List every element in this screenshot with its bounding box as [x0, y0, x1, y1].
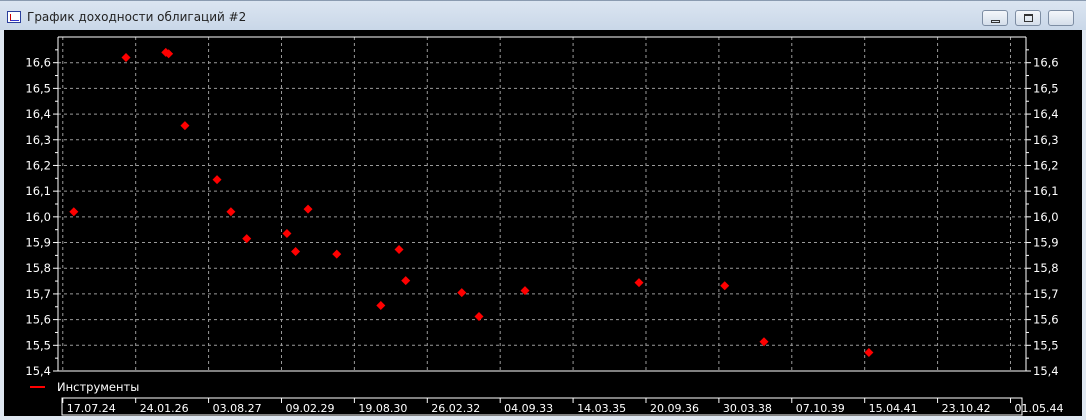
y-tick-label-right: 16,4 — [1033, 107, 1059, 121]
y-tick-label-right: 15,8 — [1033, 261, 1059, 275]
data-point — [291, 247, 301, 257]
y-tick-label-left: 15,8 — [25, 261, 51, 275]
x-tick-label: 14.03.35 — [577, 402, 626, 415]
chart-panel: 15,4 15,4 15,5 15,5 15,6 15,6 15,7 15,7 15,8 15,8… — [4, 30, 1082, 416]
y-tick-label-right: 15,7 — [1033, 287, 1059, 301]
close-button[interactable] — [1048, 10, 1074, 26]
x-tick-label: 15.04.41 — [869, 402, 918, 415]
window-title: График доходности облигаций #2 — [27, 10, 247, 24]
y-tick-label-right: 16,2 — [1033, 158, 1059, 172]
minimize-button[interactable] — [982, 10, 1008, 26]
data-point — [226, 207, 236, 217]
data-point — [69, 207, 79, 217]
y-tick-label-right: 15,4 — [1033, 364, 1059, 378]
x-tick-label: 23.10.42 — [942, 402, 991, 415]
data-point — [634, 278, 644, 288]
y-tick-label-right: 15,6 — [1033, 313, 1059, 327]
bond-yield-chart: 15,4 15,4 15,5 15,5 15,6 15,6 15,7 15,7 15,8 15,8… — [25, 36, 1063, 416]
y-tick-label-left: 16,2 — [25, 158, 51, 172]
y-tick-label-right: 16,1 — [1033, 184, 1059, 198]
y-tick-label-left: 16,4 — [25, 107, 51, 121]
data-point — [864, 348, 874, 358]
data-point — [474, 312, 484, 322]
x-tick-label: 17.07.24 — [67, 402, 116, 415]
data-point — [376, 300, 386, 310]
data-point — [332, 249, 342, 259]
y-tick-label-left: 16,1 — [25, 184, 51, 198]
y-tick-label-right: 16,0 — [1033, 210, 1059, 224]
data-point — [212, 175, 222, 185]
y-tick-label-left: 15,4 — [25, 364, 51, 378]
y-tick-label-left: 15,9 — [25, 236, 51, 250]
maximize-button[interactable] — [1015, 10, 1041, 26]
x-tick-label: 19.08.30 — [358, 402, 407, 415]
data-point — [394, 244, 404, 254]
data-point — [282, 229, 292, 239]
y-tick-label-left: 15,7 — [25, 287, 51, 301]
window-titlebar: График доходности облигаций #2 — [0, 0, 1086, 30]
y-tick-label-right: 16,6 — [1033, 56, 1059, 70]
x-tick-label: 26.02.32 — [431, 402, 480, 415]
x-tick-label: 20.09.36 — [650, 402, 699, 415]
data-point — [457, 288, 467, 298]
x-tick-label: 09.02.29 — [285, 402, 334, 415]
data-point — [242, 234, 252, 244]
data-point — [401, 276, 411, 286]
x-tick-label: 30.03.38 — [723, 402, 772, 415]
x-tick-label: 03.08.27 — [213, 402, 262, 415]
x-tick-label: 24.01.26 — [140, 402, 189, 415]
y-tick-label-left: 16,3 — [25, 133, 51, 147]
data-point — [180, 121, 190, 131]
data-point — [121, 53, 131, 63]
chart-app-icon — [7, 11, 21, 23]
y-tick-label-left: 15,5 — [25, 338, 51, 352]
y-tick-label-left: 15,6 — [25, 313, 51, 327]
y-tick-label-right: 16,3 — [1033, 133, 1059, 147]
y-tick-label-left: 16,0 — [25, 210, 51, 224]
data-point — [303, 204, 313, 214]
data-point — [720, 281, 730, 291]
y-tick-label-right: 16,5 — [1033, 81, 1059, 95]
y-tick-label-right: 15,9 — [1033, 236, 1059, 250]
x-tick-label: 07.10.39 — [796, 402, 845, 415]
y-tick-label-left: 16,5 — [25, 81, 51, 95]
x-tick-label: 04.09.33 — [504, 402, 553, 415]
y-tick-label-right: 15,5 — [1033, 338, 1059, 352]
y-tick-label-left: 16,6 — [25, 56, 51, 70]
legend-label: Инструменты — [57, 380, 139, 394]
